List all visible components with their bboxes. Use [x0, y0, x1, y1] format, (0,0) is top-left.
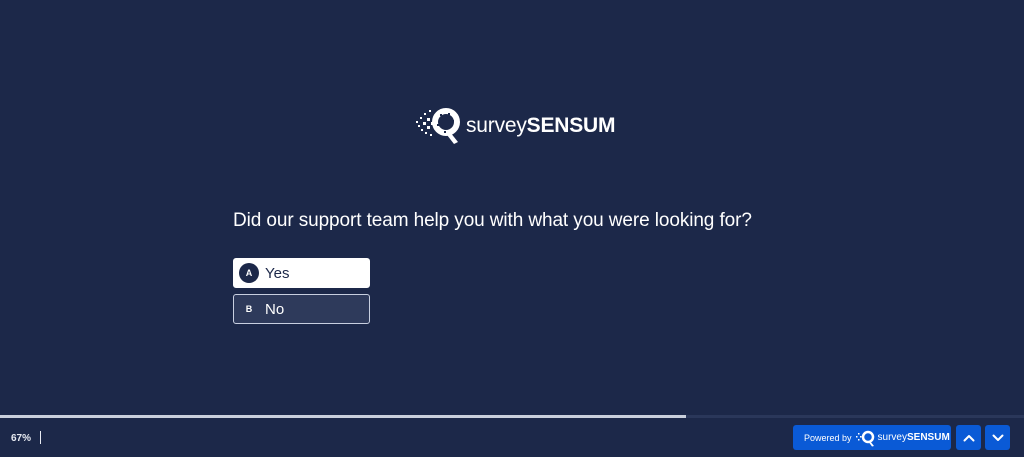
powered-by-brand: surveySENSUM — [878, 432, 950, 443]
logo-wordmark: surveySENSUM — [466, 113, 616, 137]
option-label-yes: Yes — [265, 264, 290, 282]
powered-by-label: Powered by — [804, 432, 852, 443]
survey-page: surveySENSUM Did our support team help y… — [0, 0, 1024, 457]
logo-text-bold: SENSUM — [526, 113, 616, 137]
progress-bar — [0, 415, 1024, 418]
option-label-no: No — [265, 300, 285, 318]
progress-fill — [0, 415, 687, 418]
answer-options: A Yes B No — [233, 258, 370, 330]
question-title: Did our support team help you with what … — [233, 210, 752, 231]
powered-by-button[interactable]: Powered by surveySENSUM — [793, 425, 951, 450]
surveysensum-small-logo-icon — [855, 430, 874, 446]
option-no[interactable]: B No — [233, 294, 370, 324]
next-question-button[interactable] — [985, 425, 1010, 450]
progress-percent: 67% — [11, 433, 32, 444]
previous-question-button[interactable] — [956, 425, 981, 450]
option-key-a: A — [239, 263, 259, 283]
powered-brand-bold: SENSUM — [906, 432, 950, 443]
option-yes[interactable]: A Yes — [233, 258, 370, 288]
chevron-down-icon — [992, 434, 1003, 441]
surveysensum-logo-icon — [416, 108, 460, 144]
chevron-up-icon — [963, 434, 974, 441]
logo-text-light: survey — [466, 113, 527, 137]
surveysensum-logo: surveySENSUM — [414, 104, 616, 146]
option-key-b: B — [245, 304, 253, 314]
progress-divider — [40, 431, 41, 444]
powered-brand-light: survey — [877, 432, 907, 443]
